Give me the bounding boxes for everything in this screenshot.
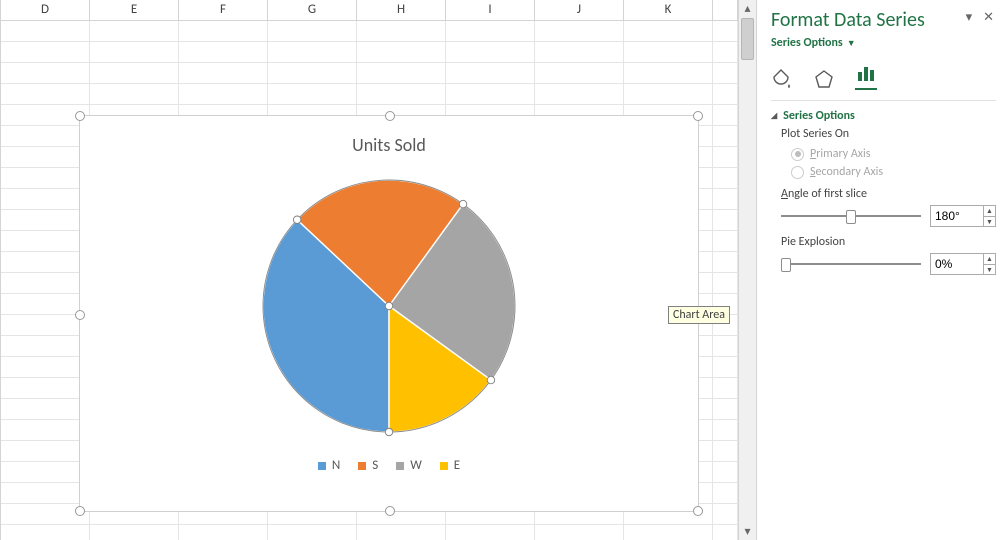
column-headers: DEFGHIJK [1,0,738,21]
spin-up-icon[interactable]: ▲ [984,254,995,265]
slice-handle[interactable] [385,428,392,435]
chart-title[interactable]: Units Sold [80,134,698,156]
legend-item-S[interactable]: S [358,458,378,473]
column-header-H[interactable]: H [357,0,446,20]
resize-handle-bm[interactable] [385,506,395,516]
chart-area-tooltip: Chart Area [668,306,730,324]
column-header-G[interactable]: G [268,0,357,20]
pie-chart[interactable] [249,166,529,446]
slice-handle[interactable] [459,200,466,207]
collapse-icon: ◢ [771,111,777,121]
chevron-down-icon: ▼ [847,38,856,49]
pane-window-controls[interactable]: ▾ ✕ [966,10,998,25]
fill-and-line-icon[interactable] [771,68,793,90]
chart-object[interactable]: Units Sold N S W E [79,115,699,512]
pane-title: Format Data Series [771,8,996,32]
column-header-I[interactable]: I [446,0,535,20]
legend-item-W[interactable]: W [396,458,422,473]
column-header-J[interactable]: J [535,0,624,20]
plot-series-on-label: Plot Series On [781,127,996,141]
scroll-down-icon[interactable]: ▾ [739,523,756,540]
scroll-thumb[interactable] [741,18,754,60]
pie-explosion-label: Pie Explosion [781,235,996,249]
column-header-E[interactable]: E [90,0,179,20]
series-options-icon[interactable] [855,62,877,90]
slider-knob[interactable] [846,210,856,224]
slider-knob[interactable] [781,258,791,272]
resize-handle-tl[interactable] [75,111,85,121]
scroll-up-icon[interactable]: ▴ [739,0,756,17]
category-label: Series Options [783,109,855,123]
primary-axis-radio: Primary Axis [791,147,996,161]
legend-swatch [358,462,366,470]
spin-down-icon[interactable]: ▼ [984,217,995,227]
resize-handle-ml[interactable] [75,310,85,320]
resize-handle-bl[interactable] [75,506,85,516]
legend-swatch [318,462,326,470]
resize-handle-br[interactable] [693,506,703,516]
legend-item-N[interactable]: N [318,458,340,473]
effects-icon[interactable] [813,68,835,90]
slice-handle[interactable] [487,376,494,383]
explosion-slider[interactable] [781,255,921,273]
radio-dot-icon [791,166,804,179]
legend-swatch [396,462,404,470]
slice-handle[interactable] [293,216,300,223]
legend-item-E[interactable]: E [440,458,460,473]
resize-handle-tr[interactable] [693,111,703,121]
angle-value-field[interactable] [931,206,983,226]
explosion-value-field[interactable] [931,254,983,274]
column-header-F[interactable]: F [179,0,268,20]
radio-dot-icon [791,148,804,161]
spreadsheet: DEFGHIJK Units Sold NSWE Chart Area [0,0,738,540]
series-options-category[interactable]: ◢ Series Options [771,109,996,123]
explosion-value-input[interactable]: ▲ ▼ [930,253,996,275]
angle-slider[interactable] [781,207,921,225]
resize-handle-tm[interactable] [385,111,395,121]
secondary-axis-radio: Secondary Axis [791,165,996,179]
series-options-dropdown-label: Series Options [771,36,843,50]
vertical-scrollbar[interactable]: ▴ ▾ [738,0,757,540]
slice-handle-center[interactable] [385,302,392,309]
format-data-series-pane: ▾ ✕ Format Data Series Series Options ▼ … [757,0,1008,540]
legend-swatch [440,462,448,470]
column-header-K[interactable]: K [624,0,713,20]
series-options-dropdown[interactable]: Series Options ▼ [771,36,996,50]
angle-of-first-slice-label: Angle of first slice [781,187,996,201]
chart-legend[interactable]: NSWE [80,458,698,473]
spin-down-icon[interactable]: ▼ [984,265,995,275]
angle-value-input[interactable]: ▲ ▼ [930,205,996,227]
column-header-D[interactable]: D [1,0,90,20]
spin-up-icon[interactable]: ▲ [984,206,995,217]
